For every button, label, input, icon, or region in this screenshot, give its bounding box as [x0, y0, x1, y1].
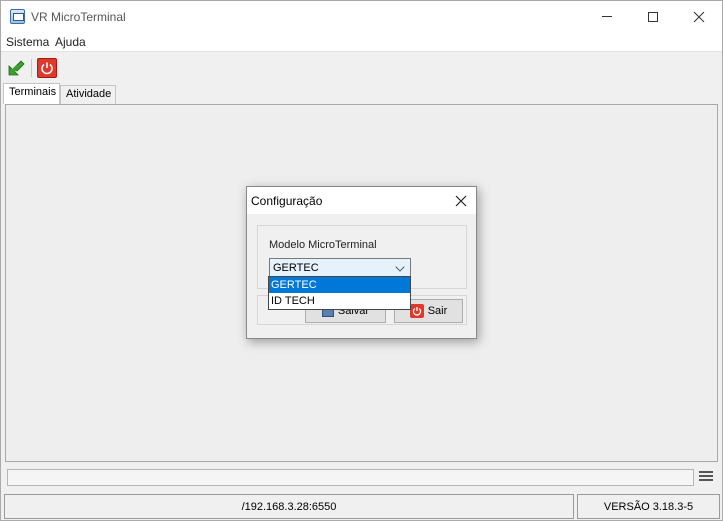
model-select[interactable]: GERTEC: [269, 258, 411, 278]
tab-terminais[interactable]: Terminais: [3, 83, 60, 104]
menu-ajuda[interactable]: Ajuda: [55, 35, 86, 49]
close-window-button[interactable]: [676, 1, 722, 32]
dialog-title-bar: Configuração: [247, 187, 476, 214]
power-button[interactable]: [37, 58, 57, 78]
model-dropdown-list: GERTEC ID TECH: [268, 276, 411, 310]
menu-sistema[interactable]: Sistema: [6, 35, 49, 49]
power-icon: [409, 304, 424, 318]
toolbar-separator: [31, 59, 32, 77]
config-dialog: Configuração Modelo MicroTerminal GERTEC…: [246, 186, 477, 339]
enter-icon: [8, 60, 25, 76]
horizontal-scrollbar[interactable]: [7, 469, 694, 486]
maximize-icon: [648, 11, 658, 22]
minimize-button[interactable]: [584, 1, 630, 32]
model-label: Modelo MicroTerminal: [269, 239, 377, 251]
chevron-down-icon: [395, 262, 405, 272]
maximize-button[interactable]: [630, 1, 676, 32]
dialog-close-button[interactable]: [446, 187, 476, 214]
enter-button[interactable]: [6, 58, 26, 78]
status-version: VERSÃO 3.18.3-5: [577, 494, 720, 519]
close-icon: [693, 11, 705, 22]
close-icon: [455, 195, 467, 206]
dialog-title: Configuração: [251, 194, 323, 208]
menu-icon[interactable]: [699, 471, 713, 483]
title-bar: VR MicroTerminal: [1, 1, 722, 32]
toolbar: [1, 53, 722, 83]
window-title: VR MicroTerminal: [31, 10, 126, 24]
minimize-icon: [602, 16, 612, 17]
menu-bar: Sistema Ajuda: [1, 32, 722, 52]
model-select-value: GERTEC: [273, 262, 319, 274]
dropdown-option-gertec[interactable]: GERTEC: [269, 277, 410, 293]
status-bar: /192.168.3.28:6550 VERSÃO 3.18.3-5: [4, 494, 721, 519]
exit-label: Sair: [427, 305, 448, 317]
tab-atividade[interactable]: Atividade: [60, 85, 116, 104]
dropdown-option-id-tech[interactable]: ID TECH: [269, 293, 410, 309]
power-icon: [37, 58, 57, 78]
status-address: /192.168.3.28:6550: [4, 494, 574, 519]
app-icon: [10, 9, 25, 24]
